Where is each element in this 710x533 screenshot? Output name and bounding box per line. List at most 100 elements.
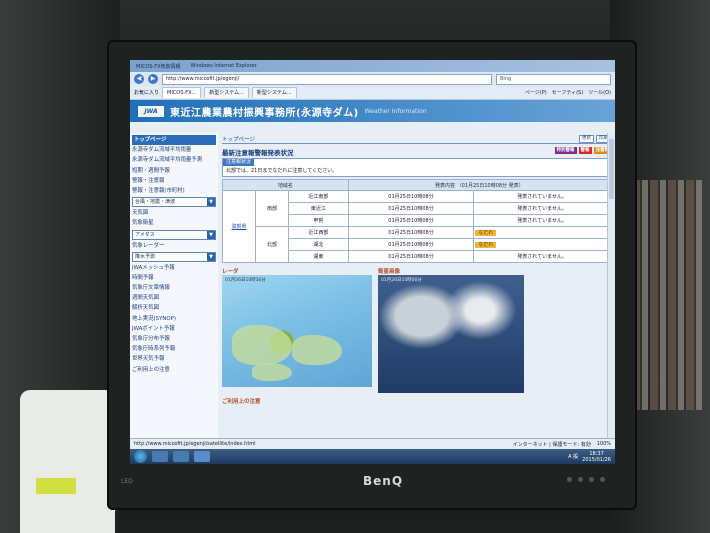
back-icon[interactable]: ◀ <box>134 74 144 84</box>
clock[interactable]: 18:37 2015/01/26 <box>582 451 611 463</box>
scrollbar[interactable] <box>607 133 615 438</box>
sidebar-item[interactable]: 時間予報 <box>132 273 216 283</box>
radar-title[interactable]: レーダ <box>222 267 372 275</box>
security-zone: インターネット | 保護モード: 有効 <box>512 441 591 448</box>
sidebar-select-amedas[interactable]: アメダス ▼ <box>132 229 216 240</box>
sidebar-item[interactable]: 永源寺ダム流域平均雨量 <box>132 145 216 155</box>
start-button[interactable] <box>134 450 147 463</box>
book-row <box>632 180 702 410</box>
radar-map[interactable]: 01月26日10時30分 <box>222 275 372 387</box>
land-shape <box>232 325 292 365</box>
note-text: 北部では、21日までなだれに注意してください。 <box>226 168 338 174</box>
favorites-button[interactable]: お気に入り <box>134 89 159 96</box>
time-cell: 01月25日10時08分 <box>347 202 475 215</box>
safety-menu[interactable]: セーフティ(S) <box>552 89 583 96</box>
led-label: LED <box>121 478 133 485</box>
breadcrumb: トップページ <box>222 137 255 143</box>
legend-special: 特別警報 <box>554 147 577 154</box>
sidebar-item[interactable]: 警報・注意報(市町村) <box>132 186 216 196</box>
taskbar: A 般 18:37 2015/01/26 <box>130 449 615 464</box>
sidebar-item[interactable]: 世界天気予報 <box>132 354 216 364</box>
status-cell: なだれ <box>473 238 611 251</box>
breadcrumb-bar: トップページ 更新 印刷 <box>222 135 611 144</box>
advisory-note: 注意報状況 北部では、21日までなだれに注意してください。 <box>222 158 611 177</box>
site-logo[interactable]: JWA <box>138 105 164 117</box>
sidebar-item[interactable]: 週間天気図 <box>132 293 216 303</box>
status-link: http://www.micosfit.jp/egenji/satellite/… <box>134 441 256 447</box>
sidebar-item[interactable]: 気象庁時系列予報 <box>132 344 216 354</box>
refresh-button[interactable]: 更新 <box>579 135 594 143</box>
radar-panel: レーダ 01月26日10時30分 <box>222 267 372 393</box>
prefecture-link[interactable]: 滋賀県 <box>222 190 256 263</box>
time-cell: 01月25日10時08分 <box>347 190 475 203</box>
sidebar-item[interactable]: JWAポイント予報 <box>132 324 216 334</box>
browser-tab[interactable]: MICOS-FX... <box>162 87 202 98</box>
sidebar-item[interactable]: ご利用上の注意 <box>132 365 216 375</box>
sidebar-item[interactable]: 短期・週間予報 <box>132 166 216 176</box>
table-header-content: 発表内容 （01月25日10時08分 発表） <box>347 179 612 191</box>
time-cell: 01月25日10時08分 <box>347 226 475 239</box>
region-cell: 北部 <box>255 226 289 263</box>
media-player-icon[interactable] <box>173 451 189 462</box>
sidebar-select-precip[interactable]: 降水予測 ▼ <box>132 251 216 262</box>
ime-indicator[interactable]: A 般 <box>568 453 578 460</box>
forward-icon[interactable]: ▶ <box>148 74 158 84</box>
sidebar-item[interactable]: 気象庁分布予報 <box>132 334 216 344</box>
warning-section-title: 最新注意報警報発表状況 特別警報 警報 注意報 <box>222 147 611 157</box>
land-shape <box>292 335 342 365</box>
satellite-time: 01月26日10時00分 <box>381 278 422 283</box>
avalanche-badge: なだれ <box>475 230 497 236</box>
sidebar-item[interactable]: 解析天気図 <box>132 303 216 313</box>
sidebar-item[interactable]: JWAメッシュ予報 <box>132 263 216 273</box>
satellite-title[interactable]: 衛星画像 <box>378 267 528 275</box>
monitor-buttons[interactable] <box>567 477 617 485</box>
tools-menu[interactable]: ツール(O) <box>588 89 611 96</box>
command-bar: ページ(P) セーフティ(S) ツール(O) <box>525 89 611 96</box>
select-label: 台風・地震・津波 <box>135 199 176 206</box>
site-banner: JWA 東近江農業農村振興事務所(永源寺ダム) Weather Informat… <box>130 100 615 122</box>
monitor-brand: BenQ <box>363 474 404 488</box>
sidebar-select-typhoon[interactable]: 台風・地震・津波 ▼ <box>132 197 216 208</box>
clock-date: 2015/01/26 <box>582 456 611 463</box>
url-input[interactable]: http://www.micosfit.jp/egenji/ <box>162 73 492 85</box>
section-title: 最新注意報警報発表状況 <box>222 149 294 157</box>
map-row: レーダ 01月26日10時30分 衛星画像 01月26日10時00分 <box>222 267 611 393</box>
scroll-thumb[interactable] <box>609 139 614 199</box>
select-label: アメダス <box>135 231 155 238</box>
chevron-down-icon: ▼ <box>207 230 215 239</box>
phone-label <box>36 478 76 494</box>
system-tray: A 般 18:37 2015/01/26 <box>568 451 615 463</box>
area-cell: 近江西部 <box>288 226 349 239</box>
sidebar-item-top[interactable]: トップページ <box>132 135 216 146</box>
sidebar-item[interactable]: 地上実況(SYNOP) <box>132 314 216 324</box>
favorites-bar: お気に入り MICOS-FX... 新型システム... 新型システム... ペー… <box>130 86 615 100</box>
satellite-image[interactable]: 01月26日10時00分 <box>378 275 524 393</box>
table-row: 滋賀県 南部 近江南部 01月25日10時08分 発表されていません。 <box>222 190 611 263</box>
sidebar-item[interactable]: 警報・注意報 <box>132 176 216 186</box>
browser-tab[interactable]: 新型システム... <box>251 87 297 98</box>
sidebar-item[interactable]: 気象レーダー <box>132 241 216 251</box>
status-cell: 発表されていません。 <box>473 214 611 227</box>
area-cell: 湖北 <box>288 238 349 251</box>
legend-warning: 警報 <box>578 147 592 154</box>
chevron-down-icon: ▼ <box>207 252 215 261</box>
table-row: 北部 近江西部 01月25日10時08分 なだれ <box>223 226 611 263</box>
sidebar-item[interactable]: 永源寺ダム流域平均雨量予測 <box>132 155 216 165</box>
caution-link[interactable]: ご利用上の注意 <box>222 397 611 405</box>
area-cell: 近江南部 <box>288 190 349 203</box>
page-menu[interactable]: ページ(P) <box>525 89 547 96</box>
screen: MICOS-FX気象情報 Windows Internet Explorer ◀… <box>130 60 615 464</box>
select-label: 降水予測 <box>135 253 156 260</box>
time-cell: 01月25日10時08分 <box>347 238 475 251</box>
search-input[interactable]: Bing <box>496 73 611 85</box>
sidebar-item[interactable]: 気象庁文章情報 <box>132 283 216 293</box>
browser-tab[interactable]: 新型システム... <box>204 87 249 98</box>
sidebar-item[interactable]: 天気図 <box>132 208 216 218</box>
window-app-name: Windows Internet Explorer <box>190 63 257 69</box>
warning-legend: 特別警報 警報 注意報 <box>554 147 611 154</box>
note-header: 注意報状況 <box>223 159 255 166</box>
zoom-level[interactable]: 100% <box>597 441 611 447</box>
folder-icon[interactable] <box>152 451 168 462</box>
browser-icon[interactable] <box>194 451 210 462</box>
sidebar-item[interactable]: 気象衛星 <box>132 218 216 228</box>
